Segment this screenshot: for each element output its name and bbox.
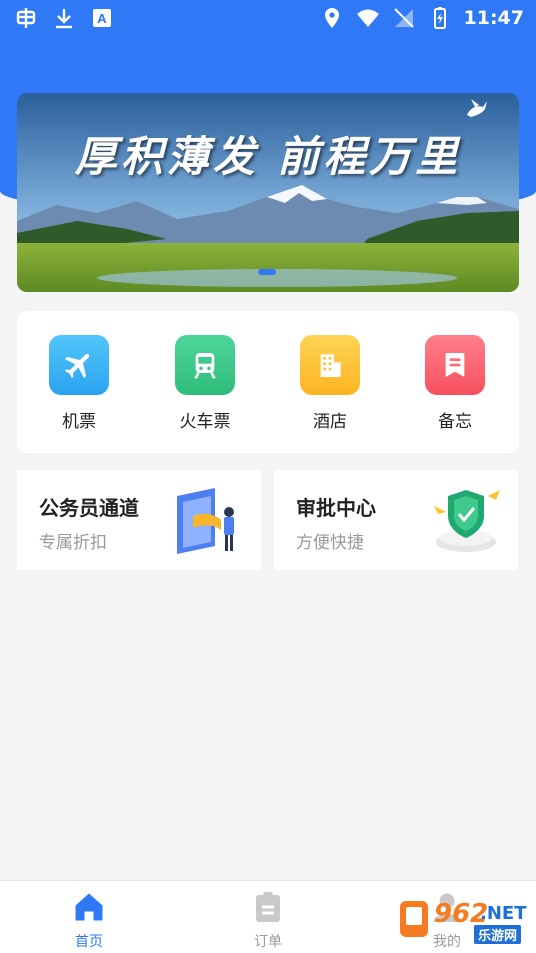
location-icon	[324, 8, 339, 28]
tab-label-home: 首页	[75, 934, 103, 950]
watermark-site-name: 乐游网	[474, 925, 522, 944]
banner-carousel[interactable]: 厚积薄发 前程万里	[17, 93, 519, 292]
civil-servant-illustration	[177, 488, 234, 554]
no-signal-icon	[393, 8, 414, 28]
hotel-icon	[300, 335, 360, 395]
menu-label-hotel: 酒店	[313, 412, 347, 432]
approval-center-title: 审批中心	[296, 496, 376, 520]
carousel-indicator[interactable]	[258, 269, 276, 275]
download-icon	[56, 9, 72, 29]
quick-menu: 机票 火车票 酒店 备忘	[17, 311, 519, 453]
menu-item-flight[interactable]: 机票	[29, 335, 129, 432]
watermark-logo-icon	[400, 901, 428, 937]
menu-label-train: 火车票	[179, 412, 231, 432]
home-icon	[75, 893, 103, 921]
civil-servant-channel-subtitle: 专属折扣	[39, 533, 107, 553]
memo-icon	[425, 335, 485, 395]
approval-center-card[interactable]: 审批中心 方便快捷	[274, 470, 518, 570]
menu-label-flight: 机票	[62, 412, 96, 432]
menu-item-memo[interactable]: 备忘	[405, 335, 505, 432]
airplane-icon	[49, 335, 109, 395]
clock: 11:47	[463, 7, 524, 29]
status-bar: A 11:47	[0, 0, 536, 36]
bug-icon	[16, 8, 36, 28]
svg-text:A: A	[97, 11, 107, 26]
civil-servant-channel-title: 公务员通道	[39, 496, 139, 520]
tab-orders[interactable]: 订单	[208, 889, 328, 951]
battery-icon	[433, 7, 446, 29]
approval-shield-illustration	[434, 490, 500, 552]
tab-label-orders: 订单	[254, 934, 282, 950]
menu-item-train[interactable]: 火车票	[155, 335, 255, 432]
civil-servant-channel-card[interactable]: 公务员通道 专属折扣	[17, 470, 261, 570]
font-icon: A	[93, 9, 111, 27]
site-watermark: 962 .NET 乐游网	[398, 893, 530, 948]
pegasus-logo-icon	[467, 99, 487, 117]
menu-label-memo: 备忘	[438, 412, 472, 432]
order-icon	[256, 892, 280, 922]
watermark-net: .NET	[480, 903, 527, 924]
train-icon	[175, 335, 235, 395]
approval-center-subtitle: 方便快捷	[296, 533, 364, 553]
menu-item-hotel[interactable]: 酒店	[280, 335, 380, 432]
banner-slogan: 厚积薄发 前程万里	[74, 132, 462, 181]
wifi-icon	[356, 9, 379, 27]
tab-home[interactable]: 首页	[29, 889, 149, 951]
